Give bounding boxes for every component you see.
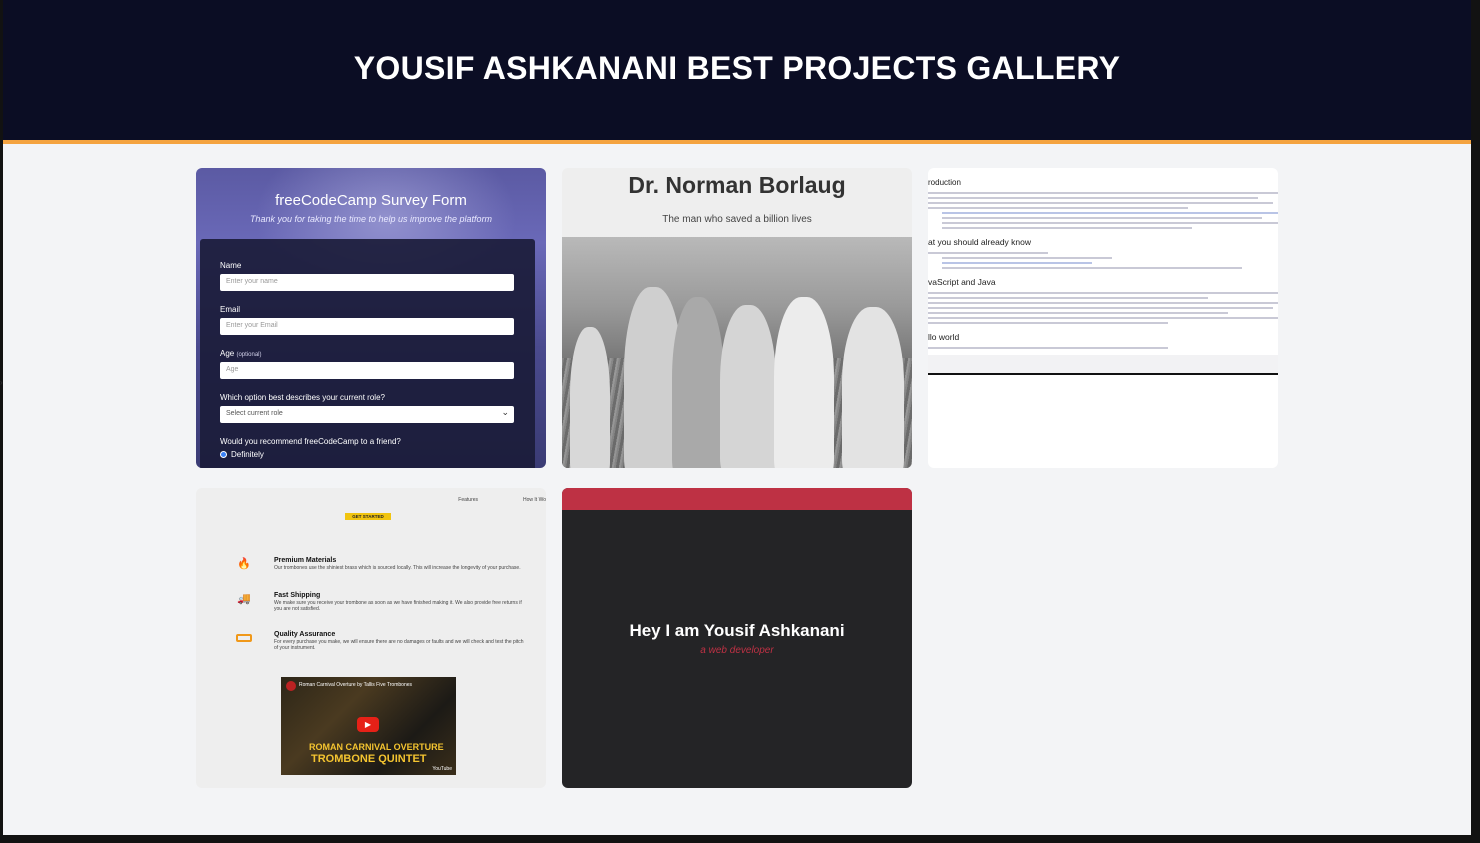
radio-definitely-label: Definitely [231,450,264,459]
project-card-documentation[interactable]: roduction at you should already know vaS… [928,168,1278,468]
person-silhouette [570,327,610,468]
text-line [942,212,1278,214]
youtube-logo: YouTube [432,766,452,772]
radio-definitely[interactable]: Definitely [220,450,515,459]
text-line [942,262,1092,264]
nav-link-features[interactable]: Features [458,497,478,503]
product-nav: Features How It Wo [458,497,546,503]
text-line [928,307,1273,309]
text-line [928,192,1278,194]
video-caption-line2: TROMBONE QUINTET [311,753,427,765]
survey-subtitle: Thank you for taking the time to help us… [249,214,493,224]
feature-title: Quality Assurance [274,631,336,638]
text-line [942,222,1278,224]
doc-heading-hello-world: llo world [928,332,960,342]
feature-fast-shipping: 🚚 Fast Shipping We make sure you receive … [234,592,524,612]
doc-heading-javascript-java: vaScript and Java [928,277,996,287]
feature-premium-materials: 🔥 Premium Materials Our trombones use the… [234,557,524,571]
youtube-video-embed[interactable]: Roman Carnival Overture by Tallis Five T… [281,677,456,775]
portfolio-role: a web developer [700,645,774,656]
feature-title: Fast Shipping [274,592,321,599]
feature-text: For every purchase you make, we will ens… [274,639,524,651]
text-line [928,312,1228,314]
text-line [928,197,1258,199]
feature-text: Our trombones use the shiniest brass whi… [274,565,521,571]
person-silhouette [672,297,724,468]
role-label: Which option best describes your current… [220,393,385,402]
age-input[interactable]: Age [220,362,514,379]
text-line [942,257,1112,259]
email-label: Email [220,305,241,314]
doc-heading-introduction: roduction [928,178,961,187]
code-block [928,355,1278,375]
survey-form-panel: Name Enter your name Email Enter your Em… [200,239,535,468]
email-input[interactable]: Enter your Email [220,318,514,335]
age-label-text: Age [220,349,235,358]
tribute-title: Dr. Norman Borlaug [628,172,846,198]
battery-icon [234,631,254,645]
name-label: Name [220,261,242,270]
text-line [928,302,1278,304]
play-icon[interactable]: ▶ [357,717,379,732]
project-card-tribute-page[interactable]: Dr. Norman Borlaug The man who saved a b… [562,168,912,468]
role-select[interactable]: Select current role [220,406,514,423]
doc-heading-prerequisites: at you should already know [928,237,1032,247]
project-card-survey-form[interactable]: freeCodeCamp Survey Form Thank you for t… [196,168,546,468]
text-line [928,317,1278,319]
fire-icon: 🔥 [237,558,251,570]
page-title: YOUSIF ASHKANANI BEST PROJECTS GALLERY [353,49,1121,86]
feature-title: Premium Materials [274,557,337,564]
text-line [928,202,1273,204]
text-line [942,267,1242,269]
chevron-right-icon: › [0,378,3,387]
project-card-product-landing[interactable]: Features How It Wo GET STARTED 🔥 Premium… [196,488,546,788]
name-input[interactable]: Enter your name [220,274,514,291]
text-line [942,227,1192,229]
text-line [928,347,1168,349]
recommend-label: Would you recommend freeCodeCamp to a fr… [220,437,401,446]
portfolio-navbar [562,488,912,510]
project-card-portfolio[interactable]: Hey I am Yousif Ashkanani a web develope… [562,488,912,788]
nav-link-how-it-works[interactable]: How It Wo [523,497,546,503]
text-line [928,292,1278,294]
person-silhouette [720,305,776,468]
person-silhouette [774,297,834,468]
feature-quality-assurance: Quality Assurance For every purchase you … [234,631,524,651]
person-silhouette [842,307,904,468]
tribute-photo [562,237,912,468]
age-label: Age (optional) [220,349,515,358]
text-line [928,207,1188,209]
page: YOUSIF ASHKANANI BEST PROJECTS GALLERY f… [3,0,1471,835]
tribute-subtitle: The man who saved a billion lives [662,214,812,225]
survey-title: freeCodeCamp Survey Form [275,192,467,209]
video-caption-line1: ROMAN CARNIVAL OVERTURE [309,742,444,752]
feature-text: We make sure you receive your trombone a… [274,600,522,612]
text-line [928,252,1048,254]
page-header: YOUSIF ASHKANANI BEST PROJECTS GALLERY [3,0,1471,144]
radio-dot-icon [220,451,227,458]
channel-logo-icon [286,681,296,691]
text-line [928,297,1208,299]
text-line [928,322,1168,324]
text-line [942,217,1262,219]
portfolio-name: Hey I am Yousif Ashkanani [629,621,845,640]
get-started-button[interactable]: GET STARTED [345,513,391,520]
age-optional-note: (optional) [236,352,262,358]
video-title: Roman Carnival Overture by Tallis Five T… [299,682,413,688]
truck-icon: 🚚 [237,593,251,605]
